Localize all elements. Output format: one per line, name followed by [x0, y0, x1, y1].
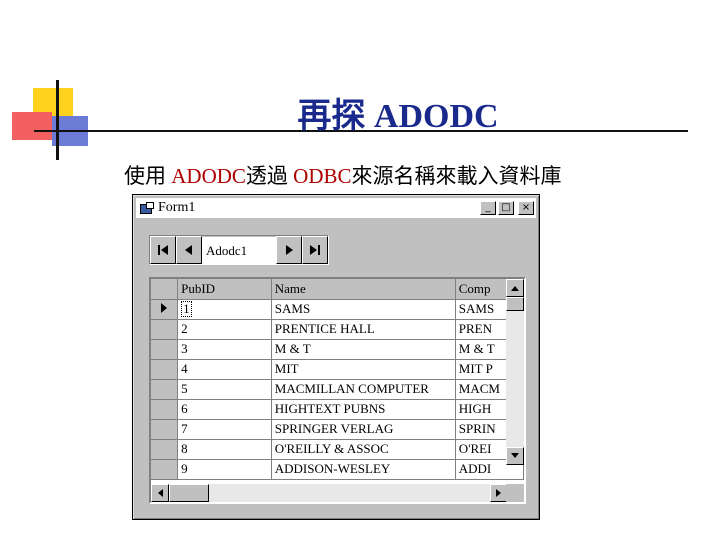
slide-title: 再探 ADODC	[297, 98, 499, 135]
scroll-left-button[interactable]	[151, 484, 169, 502]
table-row[interactable]: 8 O'REILLY & ASSOC O'REI	[151, 439, 524, 460]
window-title: Form1	[158, 200, 196, 215]
table-row[interactable]: 6 HIGHTEXT PUBNS HIGH	[151, 399, 524, 420]
adodc-control: Adodc1	[149, 235, 329, 265]
row-selector[interactable]	[151, 359, 179, 380]
scrollbar-corner	[506, 484, 524, 502]
column-header-pubid[interactable]: PubID	[177, 279, 272, 300]
cell-name[interactable]: M & T	[271, 339, 456, 360]
cell-pubid[interactable]: 3	[177, 339, 272, 360]
table-row[interactable]: 3M & TM & T	[151, 339, 524, 360]
cell-pubid[interactable]: 1	[177, 299, 272, 320]
current-cell-value[interactable]: 1	[181, 301, 192, 317]
decor-vertical-line	[56, 80, 59, 160]
subtitle-text-3: 來源名稱來載入資料庫	[351, 164, 562, 188]
window-titlebar[interactable]: Form1 _ □ ×	[136, 198, 536, 218]
row-selector[interactable]	[151, 319, 179, 340]
table-row[interactable]: 5 MACMILLAN COMPUTER MACM	[151, 379, 524, 400]
cell-pubid[interactable]: 5	[177, 379, 272, 400]
row-selector[interactable]	[151, 439, 179, 460]
cell-name[interactable]: MACMILLAN COMPUTER	[271, 379, 456, 400]
scroll-up-icon	[511, 286, 519, 291]
cell-name[interactable]: HIGHTEXT PUBNS	[271, 399, 456, 420]
cell-pubid[interactable]: 2	[177, 319, 272, 340]
cell-name[interactable]: PRENTICE HALL	[271, 319, 456, 340]
subtitle-odbc: ODBC	[293, 164, 352, 188]
close-button[interactable]: ×	[518, 201, 534, 215]
row-selector[interactable]	[151, 459, 179, 480]
vertical-scroll-thumb[interactable]	[506, 297, 524, 311]
cell-name[interactable]: SAMS	[271, 299, 456, 320]
scroll-down-icon	[511, 453, 519, 458]
cell-pubid[interactable]: 7	[177, 419, 272, 440]
decor-red-square	[12, 112, 52, 140]
row-selector[interactable]	[151, 379, 179, 400]
table-row[interactable]: 4 MIT MIT P	[151, 359, 524, 380]
scroll-right-icon	[496, 489, 501, 497]
table-row[interactable]: 9 ADDISON-WESLEY ADDI	[151, 459, 524, 480]
subtitle-text-2: 透過	[245, 164, 294, 188]
prev-record-button[interactable]	[176, 236, 202, 264]
form-icon	[140, 202, 154, 214]
grid-corner-cell	[151, 279, 179, 300]
subtitle-text-1: 使用	[124, 164, 172, 188]
prev-record-icon	[185, 245, 192, 255]
next-record-button[interactable]	[276, 236, 302, 264]
cell-pubid[interactable]: 9	[177, 459, 272, 480]
horizontal-scroll-thumb[interactable]	[169, 484, 209, 502]
cell-name[interactable]: O'REILLY & ASSOC	[271, 439, 456, 460]
current-row-arrow-icon	[161, 303, 168, 313]
column-header-name[interactable]: Name	[271, 279, 456, 300]
table-row[interactable]: 7 SPRINGER VERLAG SPRIN	[151, 419, 524, 440]
slide-subtitle: 使用 ADODC透過 ODBC來源名稱來載入資料庫	[124, 160, 562, 190]
scroll-left-icon	[158, 489, 163, 497]
next-record-icon	[286, 245, 293, 255]
table-row[interactable]: 1 SAMS SAMS	[151, 299, 524, 320]
scroll-down-button[interactable]	[506, 447, 524, 465]
scroll-up-button[interactable]	[506, 279, 524, 297]
subtitle-adodc: ADODC	[171, 164, 246, 188]
first-record-icon	[158, 245, 168, 255]
grid-table: PubID Name Comp 1 SAMS SAMS 2 PRENTICE HALL P…	[151, 279, 524, 480]
row-selector[interactable]	[151, 339, 179, 360]
maximize-button[interactable]: □	[498, 201, 514, 215]
last-record-icon	[310, 245, 320, 255]
row-selector[interactable]	[151, 419, 179, 440]
table-row[interactable]: 2 PRENTICE HALL PREN	[151, 319, 524, 340]
cell-name[interactable]: SPRINGER VERLAG	[271, 419, 456, 440]
data-grid[interactable]: PubID Name Comp 1 SAMS SAMS 2 PRENTICE HALL P…	[149, 277, 526, 504]
cell-name[interactable]: MIT	[271, 359, 456, 380]
first-record-button[interactable]	[150, 236, 176, 264]
cell-name[interactable]: ADDISON-WESLEY	[271, 459, 456, 480]
cell-pubid[interactable]: 4	[177, 359, 272, 380]
form-window: Form1 _ □ × Adodc1 PubID Name Comp 1 SAM…	[132, 194, 540, 520]
adodc-caption: Adodc1	[202, 236, 276, 264]
last-record-button[interactable]	[302, 236, 328, 264]
cell-pubid[interactable]: 8	[177, 439, 272, 460]
horizontal-scrollbar[interactable]	[151, 484, 508, 502]
row-selector[interactable]	[151, 399, 179, 420]
minimize-button[interactable]: _	[480, 201, 496, 215]
cell-pubid[interactable]: 6	[177, 399, 272, 420]
vertical-scrollbar[interactable]	[506, 279, 524, 465]
grid-header-row: PubID Name Comp	[151, 279, 524, 300]
row-selector[interactable]	[151, 299, 179, 320]
